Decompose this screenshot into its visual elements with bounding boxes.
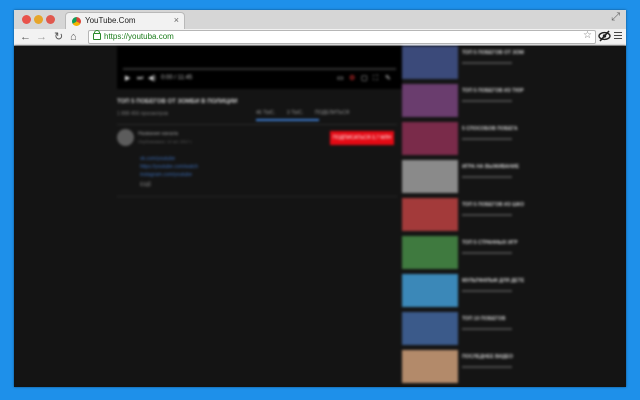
channel-line [462,328,512,330]
avatar[interactable] [117,129,134,146]
tab-close-icon[interactable]: × [174,15,179,25]
related-video-item[interactable]: ТОП 5 СТРАННЫХ ИГР [402,236,626,269]
address-bar[interactable]: https://youtuba.com ☆ [88,30,596,44]
volume-icon[interactable]: ◀) [148,75,156,83]
related-video-item[interactable]: ТОП 5 ПОБЕГОВ ИЗ ШКОЛЫ [402,198,626,231]
view-count: 1 888 456 просмотров [117,111,169,117]
related-video-item[interactable]: ТОП 5 ПОБЕГОВ ИЗ ТЮРЬМЫ [402,84,626,117]
youtube-page: ▶ ⏭ ◀) 0:00 / 11:45 ▭ ⚙ ▢ ⛶ ✎ ТОП 5 ПОБЕ… [14,46,626,387]
video-thumbnail[interactable] [402,236,458,269]
divider [117,196,397,197]
channel-line [462,366,512,368]
miniplayer-icon[interactable]: ▢ [361,75,368,83]
url-text[interactable]: https://youtuba.com [104,31,174,43]
related-video-title[interactable]: ТОП 5 ПОБЕГОВ ОТ ЗОМБИ [462,50,524,56]
related-video-title[interactable]: ТОП 5 ПОБЕГОВ ИЗ ТЮРЬМЫ [462,88,524,94]
browser-window: YouTube.Com × ⤢ ← → ↻ ⌂ https://youtuba.… [14,10,626,387]
browser-toolbar: ← → ↻ ⌂ https://youtuba.com ☆ [14,29,626,46]
next-icon[interactable]: ⏭ [137,75,143,83]
minimize-window-icon[interactable] [34,15,43,24]
channel-line [462,176,512,178]
related-video-item[interactable]: ИГРА НА ВЫЖИВАНИЕ [402,160,626,193]
video-thumbnail[interactable] [402,84,458,117]
title-bar: YouTube.Com × ⤢ [14,10,626,30]
channel-line [462,138,512,140]
star-icon[interactable]: ☆ [583,30,592,41]
related-video-item[interactable]: ПОСЛЕДНЕЕ ВИДЕО [402,350,626,383]
description-link[interactable]: instagram.com/youtube [140,172,192,178]
related-video-title[interactable]: ТОП 5 СТРАННЫХ ИГР [462,240,524,246]
favicon-icon [72,17,81,26]
channel-name[interactable]: Название канала [138,131,178,137]
channel-line [462,100,512,102]
back-icon[interactable]: ← [20,30,31,44]
subscribe-button[interactable]: ПОДПИСАТЬСЯ 3,7 МЛН [330,131,394,145]
description-link[interactable]: vk.com/youtube [140,156,175,162]
related-video-title[interactable]: ТОП 5 ПОБЕГОВ ИЗ ШКОЛЫ [462,202,524,208]
video-thumbnail[interactable] [402,312,458,345]
channel-line [462,62,512,64]
play-icon[interactable]: ▶ [125,75,130,83]
share-button[interactable]: ПОДЕЛИТЬСЯ [315,110,349,116]
lock-icon [93,30,101,40]
video-player[interactable]: ▶ ⏭ ◀) 0:00 / 11:45 ▭ ⚙ ▢ ⛶ ✎ [117,46,402,89]
like-button[interactable]: 46 ТЫС. [256,110,275,116]
related-video-title[interactable]: ТОП 10 ПОБЕГОВ [462,316,524,322]
related-video-item[interactable]: МУЛЬТФИЛЬМ ДЛЯ ДЕТЕЙ [402,274,626,307]
pin-icon[interactable]: ✎ [385,75,391,83]
show-more-link[interactable]: ЕЩЁ [140,182,151,188]
channel-line [462,214,512,216]
action-bar: 46 ТЫС. 3 ТЫС. ПОДЕЛИТЬСЯ [256,110,359,116]
video-thumbnail[interactable] [402,274,458,307]
reload-icon[interactable]: ↻ [54,30,63,44]
related-video-item[interactable]: ТОП 5 ПОБЕГОВ ОТ ЗОМБИ [402,46,626,79]
progress-bar[interactable] [123,68,396,70]
time-display: 0:00 / 11:45 [161,75,193,81]
video-thumbnail[interactable] [402,350,458,383]
fullscreen-icon[interactable]: ⛶ [373,75,378,83]
tab-title: YouTube.Com [85,16,136,25]
video-title: ТОП 5 ПОБЕГОВ ОТ ЗОМБИ В ПОЛИЦИИ [117,99,238,105]
dislike-button[interactable]: 3 ТЫС. [287,110,304,116]
related-video-title[interactable]: 5 СПОСОБОВ ПОБЕГА [462,126,524,132]
channel-line [462,290,512,292]
video-thumbnail[interactable] [402,160,458,193]
related-video-title[interactable]: ИГРА НА ВЫЖИВАНИЕ [462,164,524,170]
related-video-item[interactable]: 5 СПОСОБОВ ПОБЕГА [402,122,626,155]
browser-tab[interactable]: YouTube.Com × [65,12,185,30]
captions-icon[interactable]: ▭ [337,75,344,83]
divider [117,124,397,125]
video-thumbnail[interactable] [402,198,458,231]
like-underline [256,119,319,121]
video-thumbnail[interactable] [402,122,458,155]
related-video-title[interactable]: ПОСЛЕДНЕЕ ВИДЕО [462,354,524,360]
maximize-window-icon[interactable] [46,15,55,24]
channel-line [462,252,512,254]
related-video-item[interactable]: ТОП 10 ПОБЕГОВ [402,312,626,345]
publish-date: Опубликовано: 12 окт. 2017 г. [138,139,193,144]
hidden-eye-icon[interactable] [598,30,611,42]
close-window-icon[interactable] [22,15,31,24]
settings-icon[interactable]: ⚙ [349,75,355,83]
resize-icon[interactable]: ⤢ [611,11,620,24]
description-link[interactable]: https://youtube.com/watch [140,164,198,170]
forward-icon[interactable]: → [36,30,47,44]
related-video-title[interactable]: МУЛЬТФИЛЬМ ДЛЯ ДЕТЕЙ [462,278,524,284]
video-thumbnail[interactable] [402,46,458,79]
home-icon[interactable]: ⌂ [70,30,77,44]
menu-icon[interactable] [614,32,622,40]
